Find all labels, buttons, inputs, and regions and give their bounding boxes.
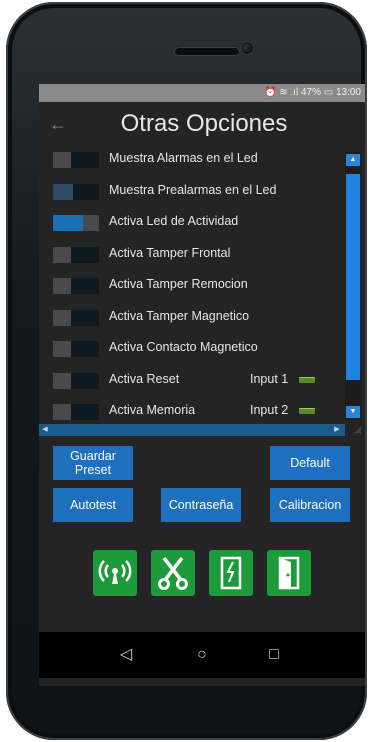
option-label: Muestra Alarmas en el Led [109, 151, 258, 165]
scissors-icon[interactable] [151, 550, 195, 596]
option-label: Activa Contacto Magnetico [109, 340, 258, 354]
option-row: Activa Tamper Magnetico [39, 302, 347, 334]
option-row: Activa Tamper Remocion [39, 270, 347, 302]
resize-grip-icon: ◢ [354, 424, 361, 434]
option-label: Activa Reset [109, 371, 180, 386]
toggle-switch[interactable] [53, 246, 99, 263]
option-label: Activa Tamper Remocion [109, 277, 248, 291]
option-label: Activa Tamper Frontal [109, 245, 231, 260]
password-button[interactable]: Contraseña [161, 488, 241, 522]
input-label: Input 1 [250, 371, 289, 386]
scroll-up-icon[interactable]: ▲ [346, 154, 360, 166]
led-indicator [299, 408, 315, 414]
option-label: Muestra Prealarmas en el Led [109, 182, 277, 197]
option-row: Activa Reset Input 1 [39, 365, 347, 397]
back-nav-icon[interactable]: ◁ [115, 644, 137, 666]
scroll-down-icon[interactable]: ▼ [346, 406, 360, 418]
home-nav-icon[interactable]: ○ [191, 644, 213, 666]
status-icons [39, 550, 365, 598]
navigation-bar: ◁ ○ □ [39, 632, 365, 678]
option-label: Activa Led de Actividad [109, 214, 239, 228]
scroll-thumb[interactable] [346, 174, 360, 380]
toggle-switch[interactable] [53, 372, 99, 389]
input-label: Input 2 [250, 403, 289, 417]
broken-panel-icon[interactable] [209, 550, 253, 596]
earpiece [174, 47, 240, 56]
options-list[interactable]: Muestra Alarmas en el Led Muestra Preala… [39, 144, 347, 420]
toggle-switch[interactable] [53, 278, 99, 294]
door-icon[interactable] [267, 550, 311, 596]
horizontal-scrollbar[interactable]: ◀ ▶ [39, 424, 345, 436]
toggle-switch[interactable] [53, 341, 99, 357]
status-bar: ⏰ ≋ .ıl 47% ▭ 13:00 [39, 84, 365, 102]
option-label: Activa Memoria [109, 403, 196, 417]
screen: ⏰ ≋ .ıl 47% ▭ 13:00 ← Otras Opciones Mue… [39, 84, 365, 686]
option-label: Activa Tamper Magnetico [109, 308, 250, 323]
phone-frame: ⏰ ≋ .ıl 47% ▭ 13:00 ← Otras Opciones Mue… [6, 2, 367, 740]
vertical-scrollbar[interactable]: ▲ ▼ [345, 152, 361, 420]
toggle-switch[interactable] [53, 309, 99, 326]
toggle-switch[interactable] [53, 183, 99, 200]
default-button[interactable]: Default [270, 446, 350, 480]
option-row: Muestra Prealarmas en el Led [39, 176, 347, 208]
led-indicator [299, 376, 315, 383]
front-camera [241, 42, 253, 54]
toggle-switch[interactable] [53, 152, 99, 168]
scroll-right-icon[interactable]: ▶ [331, 424, 343, 436]
scroll-left-icon[interactable]: ◀ [39, 424, 51, 436]
page-title: Otras Opciones [120, 110, 288, 137]
autotest-button[interactable]: Autotest [53, 488, 133, 522]
option-row: Activa Tamper Frontal [39, 239, 347, 271]
toggle-switch[interactable] [53, 404, 99, 420]
option-row: Activa Led de Actividad [39, 207, 347, 239]
recents-nav-icon[interactable]: □ [263, 644, 285, 666]
toggle-switch[interactable] [53, 215, 99, 231]
option-row: Muestra Alarmas en el Led [39, 144, 347, 176]
option-row: Activa Contacto Magnetico [39, 333, 347, 365]
antenna-icon[interactable] [93, 550, 137, 596]
calibracion-button[interactable]: Calibracion [270, 488, 350, 522]
option-row: Activa Memoria Input 2 [39, 396, 347, 420]
guardar-preset-button[interactable]: Guardar Preset [53, 446, 133, 480]
